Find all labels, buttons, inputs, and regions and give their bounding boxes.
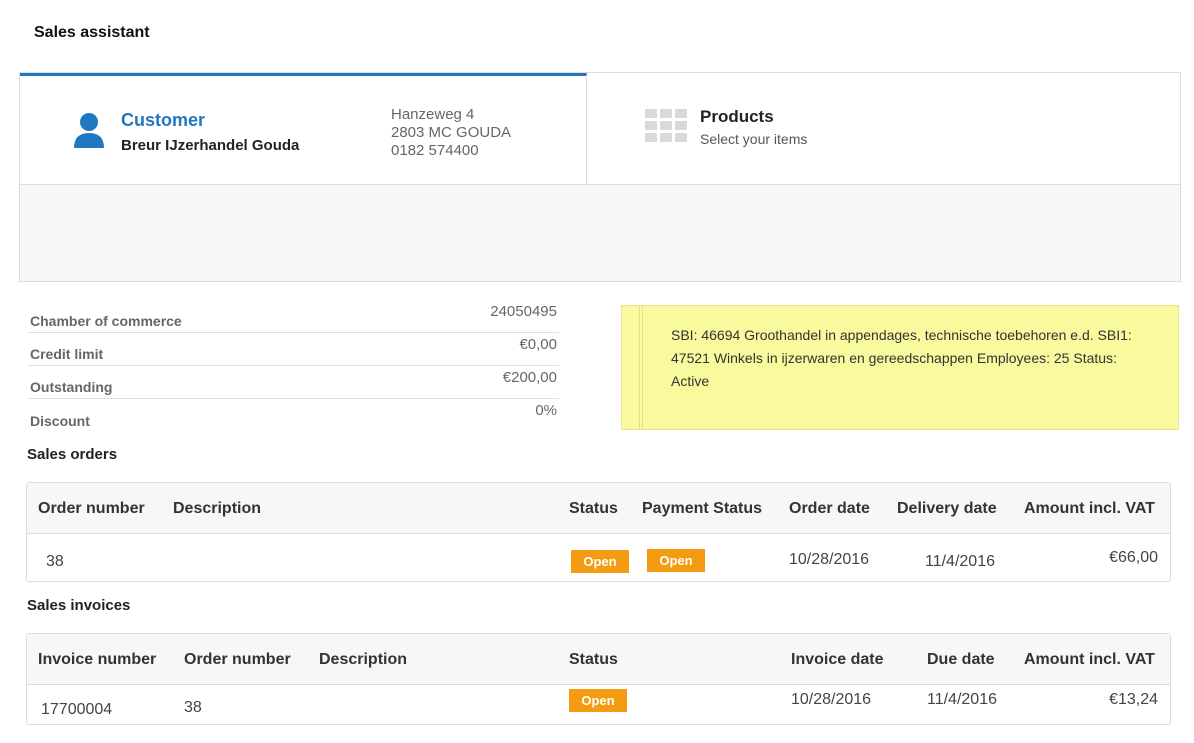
info-value: 0% <box>535 402 557 419</box>
sales-invoices-title: Sales invoices <box>27 597 131 614</box>
amount-cell: €13,24 <box>1109 691 1158 708</box>
column-header[interactable]: Order number <box>38 500 145 518</box>
column-header[interactable]: Delivery date <box>897 500 997 518</box>
note-text: SBI: 46694 Groothandel in appendages, te… <box>671 327 1132 389</box>
column-header[interactable]: Description <box>173 500 261 518</box>
order-date-cell: 10/28/2016 <box>789 551 870 568</box>
user-icon <box>74 113 104 148</box>
app-title: Sales assistant <box>34 24 150 41</box>
info-row: Discount 0% <box>28 399 559 432</box>
customer-info-list: Chamber of commerce 24050495 Credit limi… <box>28 300 559 432</box>
sales-invoices-table: Invoice number Order number Description … <box>26 633 1171 725</box>
grid-icon <box>645 109 687 143</box>
info-value: 24050495 <box>490 303 557 320</box>
status-badge: Open <box>569 689 627 712</box>
customer-address: Hanzeweg 4 2803 MC GOUDA 0182 574400 <box>391 106 511 160</box>
steps-panel: Customer Breur IJzerhandel Gouda Hanzewe… <box>19 72 1181 282</box>
order-number-cell[interactable]: 38 <box>184 699 202 717</box>
info-row: Chamber of commerce 24050495 <box>28 300 559 333</box>
customer-step-title: Customer <box>121 110 206 130</box>
sales-orders-title: Sales orders <box>27 446 118 463</box>
column-header[interactable]: Status <box>569 651 618 669</box>
customer-name: Breur IJzerhandel Gouda <box>121 137 300 154</box>
info-value: €0,00 <box>519 336 557 353</box>
delivery-date-cell: 11/4/2016 <box>925 553 995 570</box>
address-line: 2803 MC GOUDA <box>391 124 512 141</box>
table-row[interactable]: 17700004 38 Open 10/28/2016 11/4/2016 €1… <box>27 685 1170 724</box>
invoice-number-cell[interactable]: 17700004 <box>41 701 112 719</box>
step-tabs: Customer Breur IJzerhandel Gouda Hanzewe… <box>20 73 1180 185</box>
payment-status-badge: Open <box>647 549 705 572</box>
info-row: Credit limit €0,00 <box>28 333 559 366</box>
note-margin-line <box>639 306 643 429</box>
info-label: Credit limit <box>30 346 104 362</box>
info-value: €200,00 <box>502 369 557 386</box>
column-header[interactable]: Due date <box>927 651 995 669</box>
order-number-cell[interactable]: 38 <box>46 553 64 571</box>
column-header[interactable]: Amount incl. VAT <box>1024 500 1155 518</box>
column-header[interactable]: Status <box>569 500 618 518</box>
table-header: Order number Description Status Payment … <box>27 483 1170 534</box>
info-label: Discount <box>30 413 90 429</box>
address-line: 0182 574400 <box>391 142 479 159</box>
column-header[interactable]: Invoice date <box>791 651 883 669</box>
products-step-subtitle: Select your items <box>700 131 808 147</box>
column-header[interactable]: Order date <box>789 500 870 518</box>
column-header[interactable]: Amount incl. VAT <box>1024 651 1155 669</box>
info-row: Outstanding €200,00 <box>28 366 559 399</box>
step-customer[interactable]: Customer Breur IJzerhandel Gouda Hanzewe… <box>20 73 587 184</box>
column-header[interactable]: Payment Status <box>642 500 762 518</box>
invoice-date-cell: 10/28/2016 <box>791 691 872 708</box>
column-header[interactable]: Description <box>319 651 407 669</box>
customer-note: SBI: 46694 Groothandel in appendages, te… <box>621 305 1179 430</box>
table-header: Invoice number Order number Description … <box>27 634 1170 685</box>
sales-orders-table: Order number Description Status Payment … <box>26 482 1171 582</box>
address-line: Hanzeweg 4 <box>391 106 475 123</box>
column-header[interactable]: Order number <box>184 651 291 669</box>
column-header[interactable]: Invoice number <box>38 651 156 669</box>
amount-cell: €66,00 <box>1109 549 1158 566</box>
table-row[interactable]: 38 Open Open 10/28/2016 11/4/2016 €66,00 <box>27 534 1170 581</box>
info-label: Outstanding <box>30 379 113 395</box>
status-badge: Open <box>571 550 629 573</box>
due-date-cell: 11/4/2016 <box>927 691 997 708</box>
step-products[interactable]: Products Select your items <box>587 73 1180 184</box>
products-step-title: Products <box>700 107 774 126</box>
info-label: Chamber of commerce <box>30 313 182 329</box>
